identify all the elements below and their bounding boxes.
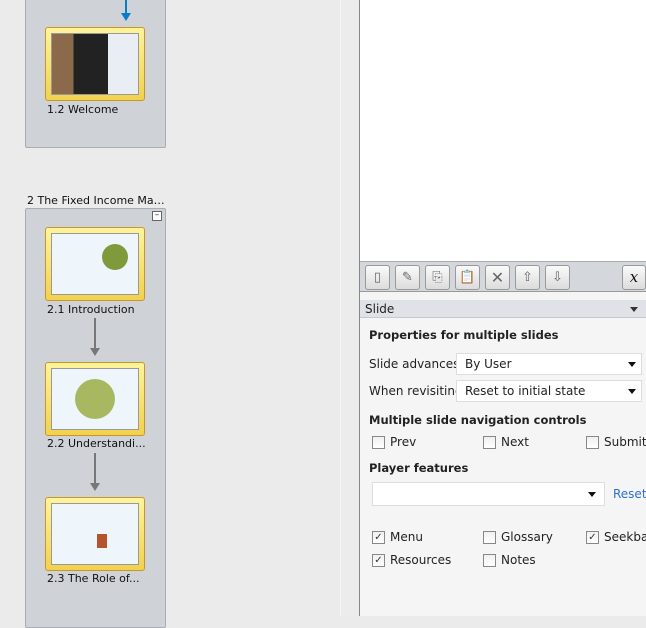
slides-panel: 1.2 Welcome 2 The Fixed Income Mar... – … xyxy=(0,0,340,628)
checkbox-box[interactable]: ✓ xyxy=(586,530,599,544)
resources-checkbox[interactable]: ✓ Resources xyxy=(372,553,451,567)
checkbox-box[interactable] xyxy=(483,435,496,449)
checkbox-label: Prev xyxy=(390,435,417,449)
scene-title: 2 The Fixed Income Mar... xyxy=(27,194,167,207)
slide-advances-label: Slide advances: xyxy=(369,357,464,371)
slide-label: 2.3 The Role of... xyxy=(47,572,140,585)
reset-link[interactable]: Reset xyxy=(613,487,646,501)
flow-arrow xyxy=(125,0,127,14)
revisiting-select[interactable]: Reset to initial state xyxy=(456,380,642,402)
edit-icon[interactable]: ✎ xyxy=(395,265,420,290)
slide-label: 2.2 Understandi... xyxy=(47,437,146,450)
slide-thumbnail[interactable] xyxy=(45,27,145,101)
checkbox-label: Seekbar xyxy=(604,530,646,544)
collapse-icon[interactable]: – xyxy=(152,211,162,221)
checkbox-label: Resources xyxy=(390,553,452,567)
preview-area xyxy=(360,0,646,262)
glossary-checkbox[interactable]: Glossary xyxy=(483,530,553,544)
chevron-down-icon xyxy=(628,362,636,367)
slide-toolbar: ▯ ✎ ⎘ 📋 ✕ ⇧ ⇩ x xyxy=(360,262,646,292)
slide-advances-select[interactable]: By User xyxy=(456,353,642,375)
flow-arrow xyxy=(94,453,96,485)
checkbox-label: Notes xyxy=(501,553,536,567)
copy-icon[interactable]: ⎘ xyxy=(425,265,450,290)
prev-checkbox[interactable]: Prev xyxy=(372,435,416,449)
header-title: Slide xyxy=(365,302,395,316)
checkbox-label: Menu xyxy=(390,530,423,544)
panel-splitter[interactable] xyxy=(340,0,360,616)
revisiting-label: When revisiting: xyxy=(369,384,467,398)
properties-panel: ▯ ✎ ⎘ 📋 ✕ ⇧ ⇩ x Slide Properties for mul… xyxy=(360,0,646,616)
checkbox-label: Next xyxy=(501,435,529,449)
checkbox-label: Glossary xyxy=(501,530,553,544)
checkbox-label: Submit xyxy=(604,435,646,449)
select-value: Reset to initial state xyxy=(465,384,586,398)
chevron-down-icon xyxy=(628,389,636,394)
slide-label: 1.2 Welcome xyxy=(47,103,119,116)
chevron-down-icon[interactable] xyxy=(630,307,638,312)
variables-button[interactable]: x xyxy=(622,265,646,290)
arrow-head-icon xyxy=(121,13,131,21)
paste-icon[interactable]: 📋 xyxy=(455,265,480,290)
checkbox-box[interactable] xyxy=(372,435,385,449)
submit-checkbox[interactable]: Submit xyxy=(586,435,646,449)
slide-thumbnail[interactable] xyxy=(45,362,145,436)
move-down-icon[interactable]: ⇩ xyxy=(545,265,570,290)
arrow-head-icon xyxy=(90,348,100,356)
player-section-title: Player features xyxy=(369,461,469,475)
flow-arrow xyxy=(94,318,96,350)
checkbox-box[interactable]: ✓ xyxy=(372,553,385,567)
new-slide-icon[interactable]: ▯ xyxy=(365,265,390,290)
section-title: Properties for multiple slides xyxy=(369,328,559,342)
next-checkbox[interactable]: Next xyxy=(483,435,529,449)
delete-icon[interactable]: ✕ xyxy=(485,265,510,290)
arrow-head-icon xyxy=(90,483,100,491)
slide-label: 2.1 Introduction xyxy=(47,303,135,316)
menu-checkbox[interactable]: ✓ Menu xyxy=(372,530,423,544)
chevron-down-icon xyxy=(588,492,596,497)
checkbox-box[interactable] xyxy=(586,435,599,449)
checkbox-box[interactable]: ✓ xyxy=(372,530,385,544)
move-up-icon[interactable]: ⇧ xyxy=(515,265,540,290)
checkbox-box[interactable] xyxy=(483,553,496,567)
slide-thumbnail[interactable] xyxy=(45,227,145,301)
notes-checkbox[interactable]: Notes xyxy=(483,553,536,567)
properties-header[interactable]: Slide xyxy=(360,300,646,318)
seekbar-checkbox[interactable]: ✓ Seekbar xyxy=(586,530,646,544)
player-features-select[interactable] xyxy=(372,482,605,506)
select-value: By User xyxy=(465,357,512,371)
checkbox-box[interactable] xyxy=(483,530,496,544)
nav-section-title: Multiple slide navigation controls xyxy=(369,413,587,427)
slide-thumbnail[interactable] xyxy=(45,497,145,571)
